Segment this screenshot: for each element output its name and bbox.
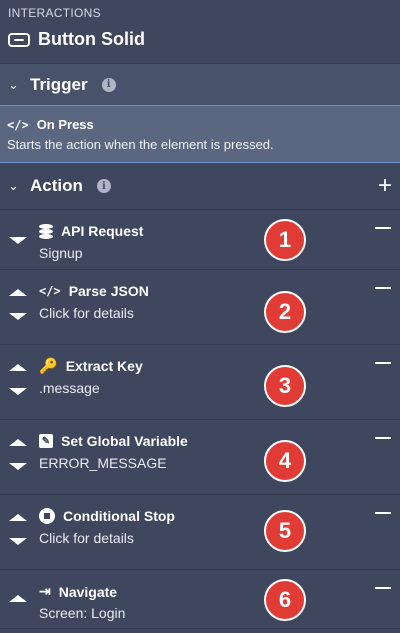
panel-header: INTERACTIONS Button Solid — [0, 0, 400, 63]
action-title: Conditional Stop — [63, 508, 175, 524]
trigger-description: Starts the action when the element is pr… — [7, 137, 274, 152]
move-down-icon[interactable] — [9, 237, 27, 244]
move-down-icon[interactable] — [9, 463, 27, 470]
action-subtitle: ERROR_MESSAGE — [39, 455, 167, 471]
info-icon[interactable]: i — [101, 77, 116, 92]
trigger-section-header[interactable]: ⌄ Trigger i — [0, 63, 400, 105]
panel-kicker: INTERACTIONS — [8, 6, 101, 20]
action-section-header[interactable]: ⌄ Action i + — [0, 163, 400, 210]
database-icon — [39, 223, 53, 239]
remove-action-button[interactable] — [375, 587, 391, 589]
move-down-icon[interactable] — [9, 313, 27, 320]
action-row-api-request[interactable]: API Request Signup 1 — [0, 210, 400, 270]
action-section-title: Action — [30, 176, 83, 195]
info-icon[interactable]: i — [96, 179, 111, 193]
action-title-row: ✎ Set Global Variable — [39, 433, 188, 449]
remove-action-button[interactable] — [375, 437, 391, 439]
step-number-badge: 6 — [264, 579, 306, 621]
action-row-set-global-variable[interactable]: ✎ Set Global Variable ERROR_MESSAGE 4 — [0, 420, 400, 495]
remove-action-button[interactable] — [375, 287, 391, 289]
stop-icon — [39, 508, 55, 524]
step-number-badge: 4 — [264, 440, 306, 482]
key-icon: 🔑 — [39, 357, 58, 375]
action-title-row: Conditional Stop — [39, 508, 175, 524]
action-title-row: 🔑 Extract Key — [39, 358, 143, 374]
action-title: Navigate — [58, 583, 118, 600]
add-action-button[interactable]: + — [378, 174, 392, 198]
button-solid-icon — [8, 32, 30, 47]
code-icon: </> — [7, 117, 29, 132]
action-title-row: ⇥ Navigate — [39, 583, 117, 600]
navigate-icon: ⇥ — [39, 583, 51, 599]
action-title-row: API Request — [39, 223, 143, 239]
action-title: API Request — [61, 223, 144, 239]
action-title: Parse JSON — [68, 283, 149, 299]
move-up-icon[interactable] — [9, 514, 27, 521]
action-row-parse-json[interactable]: </> Parse JSON Click for details 2 — [0, 270, 400, 345]
interactions-panel: INTERACTIONS Button Solid ⌄ Trigger i </… — [0, 0, 400, 629]
trigger-on-press-card[interactable]: </> On Press Starts the action when the … — [0, 105, 400, 163]
chevron-down-icon[interactable]: ⌄ — [8, 178, 26, 194]
move-up-icon[interactable] — [9, 595, 27, 602]
action-row-conditional-stop[interactable]: Conditional Stop Click for details 5 — [0, 495, 400, 570]
action-subtitle: .message — [39, 380, 100, 396]
pencil-icon: ✎ — [39, 434, 53, 448]
code-icon: </> — [39, 284, 61, 298]
action-subtitle: Click for details — [39, 530, 134, 546]
action-subtitle: Click for details — [39, 305, 134, 321]
action-row-extract-key[interactable]: 🔑 Extract Key .message 3 — [0, 345, 400, 420]
action-title: Set Global Variable — [61, 433, 188, 449]
step-number-badge: 3 — [264, 365, 306, 407]
trigger-title: On Press — [36, 117, 94, 132]
remove-action-button[interactable] — [375, 362, 391, 364]
action-row-navigate[interactable]: ⇥ Navigate Screen: Login 6 — [0, 570, 400, 629]
component-title-row: Button Solid — [8, 29, 392, 50]
action-title-row: </> Parse JSON — [39, 283, 149, 299]
action-subtitle: Signup — [39, 245, 83, 261]
chevron-down-icon[interactable]: ⌄ — [8, 77, 26, 93]
move-down-icon[interactable] — [9, 388, 27, 395]
remove-action-button[interactable] — [375, 512, 391, 514]
step-number-badge: 1 — [264, 219, 306, 261]
step-number-badge: 2 — [264, 291, 306, 333]
action-title: Extract Key — [65, 358, 143, 374]
move-up-icon[interactable] — [9, 364, 27, 371]
trigger-section-title: Trigger — [30, 74, 88, 94]
remove-action-button[interactable] — [375, 227, 391, 229]
move-up-icon[interactable] — [9, 289, 27, 296]
move-down-icon[interactable] — [9, 538, 27, 545]
move-up-icon[interactable] — [9, 439, 27, 446]
step-number-badge: 5 — [264, 510, 306, 552]
action-subtitle: Screen: Login — [39, 605, 126, 621]
component-title: Button Solid — [38, 29, 145, 49]
trigger-title-row: </> On Press — [7, 117, 393, 132]
